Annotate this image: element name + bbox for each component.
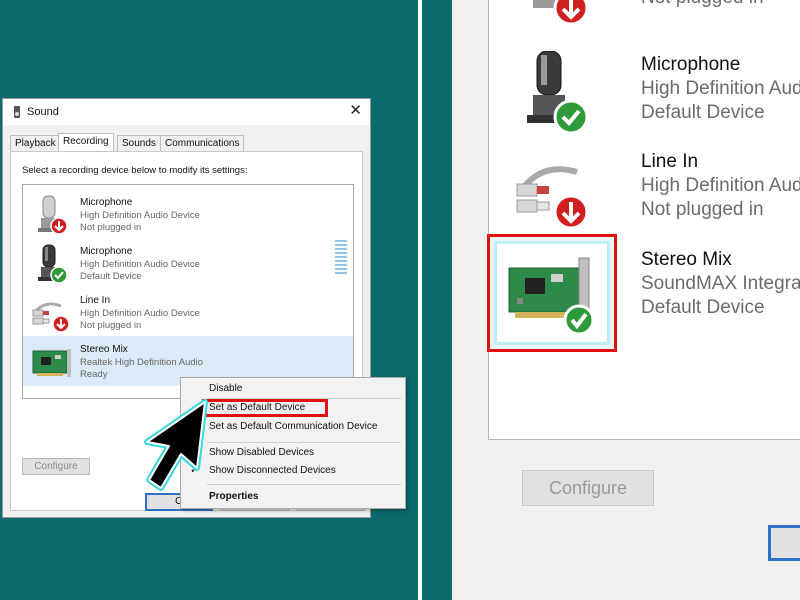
menu-separator	[207, 442, 401, 443]
device-status: Not plugged in	[80, 222, 142, 233]
microphone-icon	[533, 0, 589, 26]
titlebar: Sound ✕	[3, 99, 370, 125]
left-panel: Sound ✕ Playback Recording Sounds Commun…	[0, 0, 418, 600]
device-name: Line In	[641, 151, 699, 172]
zoomed-panel: Not plugged in Microphone High Definitio…	[422, 0, 800, 600]
zoom-device-line-in: Line In High Definition Aud Not plugged …	[489, 143, 800, 241]
tab-communications[interactable]: Communications	[160, 135, 245, 152]
device-description: SoundMAX Integrat	[641, 273, 800, 294]
device-name: Stereo Mix	[80, 344, 128, 355]
sound-card-icon	[32, 349, 71, 377]
highlight-box	[487, 234, 617, 352]
default-check-badge	[563, 304, 595, 336]
device-list[interactable]: Microphone High Definition Audio Device …	[22, 184, 354, 399]
device-status: Ready	[80, 369, 108, 380]
device-description: High Definition Audio Device	[80, 259, 200, 270]
tab-recording[interactable]: Recording	[58, 133, 114, 153]
microphone-icon	[527, 51, 589, 135]
zoom-device-partial: Not plugged in	[489, 0, 800, 39]
device-name: Microphone	[641, 54, 741, 75]
line-in-cable-icon	[516, 166, 589, 230]
zoomed-device-list: Not plugged in Microphone High Definitio…	[488, 0, 800, 440]
close-button[interactable]: ✕	[349, 103, 362, 119]
device-status: Default Device	[80, 271, 142, 282]
device-description: High Definition Audio Device	[80, 210, 200, 221]
device-microphone-1[interactable]: Microphone High Definition Audio Device …	[23, 189, 353, 239]
speaker-icon	[14, 106, 20, 118]
microphone-icon	[38, 195, 68, 235]
sound-card-icon	[508, 257, 595, 336]
level-meter	[335, 240, 349, 276]
device-status: Default Device	[641, 297, 765, 318]
line-in-cable-icon	[32, 302, 70, 333]
device-description: High Definition Aud	[641, 78, 800, 99]
device-status: Not plugged in	[641, 0, 764, 9]
zoom-ok-button[interactable]	[768, 525, 800, 561]
device-name: Microphone	[80, 197, 133, 208]
device-microphone-2[interactable]: Microphone High Definition Audio Device …	[23, 238, 353, 288]
tab-playback[interactable]: Playback	[10, 135, 61, 152]
mouse-cursor-icon	[144, 399, 208, 491]
tab-sounds[interactable]: Sounds	[117, 135, 161, 152]
microphone-icon	[38, 244, 68, 284]
device-description: Realtek High Definition Audio	[80, 357, 204, 368]
device-description: High Definition Aud	[641, 175, 800, 196]
configure-button[interactable]: Configure	[22, 458, 90, 475]
highlight-inner	[494, 241, 610, 345]
device-status: Not plugged in	[641, 199, 764, 220]
device-line-in[interactable]: Line In High Definition Audio Device Not…	[23, 287, 353, 337]
device-name: Microphone	[80, 246, 133, 257]
zoom-configure-button[interactable]: Configure	[522, 470, 654, 506]
default-check-badge	[50, 266, 68, 284]
device-status: Default Device	[641, 102, 765, 123]
default-check-badge	[553, 99, 589, 135]
menu-separator	[207, 484, 401, 485]
instruction-text: Select a recording device below to modif…	[22, 165, 248, 176]
window-title: Sound	[27, 106, 59, 118]
device-description: High Definition Audio Device	[80, 308, 200, 319]
device-status: Not plugged in	[80, 320, 142, 331]
zoom-device-microphone: Microphone High Definition Aud Default D…	[489, 46, 800, 144]
device-name: Stereo Mix	[641, 249, 732, 270]
device-name: Line In	[80, 295, 111, 306]
